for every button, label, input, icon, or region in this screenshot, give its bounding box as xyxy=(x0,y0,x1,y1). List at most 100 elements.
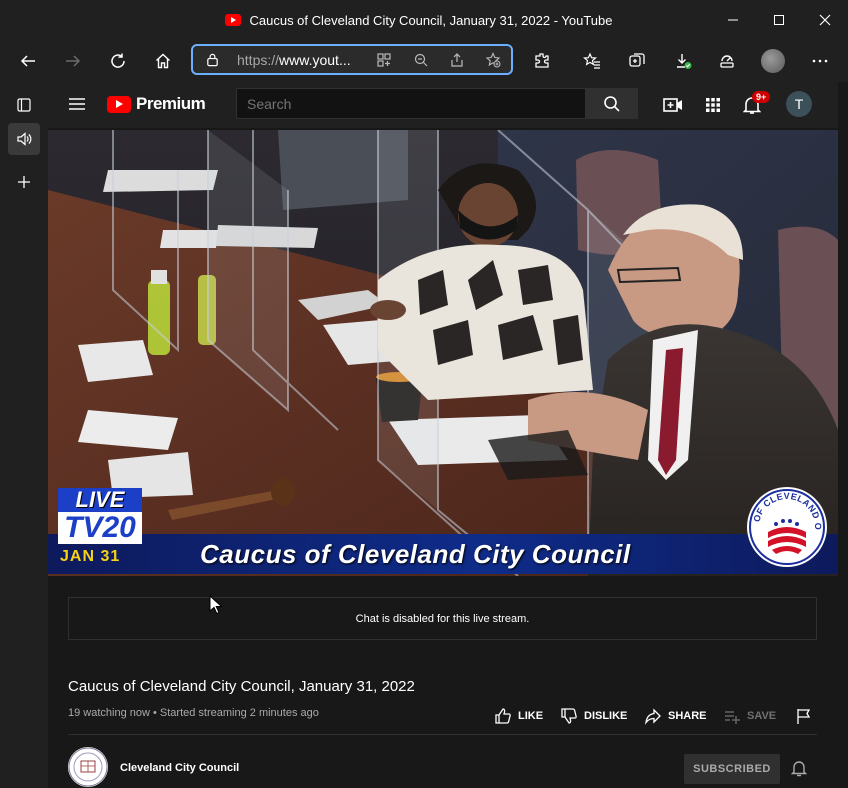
profile-avatar xyxy=(761,49,785,73)
share-arrow-icon xyxy=(645,708,661,725)
maximize-icon xyxy=(774,15,784,25)
apps-button[interactable] xyxy=(701,93,725,117)
cleveland-council-seal-icon xyxy=(68,747,108,787)
dislike-button[interactable]: DISLIKE xyxy=(560,707,627,725)
app-icon xyxy=(377,53,391,67)
add-favorite-button[interactable] xyxy=(484,51,502,69)
like-button[interactable]: LIKE xyxy=(494,707,543,725)
create-button[interactable] xyxy=(661,93,685,117)
mouse-cursor-icon xyxy=(209,595,223,615)
audio-tab-icon xyxy=(17,132,32,146)
window-title: Caucus of Cleveland City Council, Januar… xyxy=(249,12,613,28)
live-label: LIVE xyxy=(58,488,142,512)
youtube-logo-icon xyxy=(107,95,131,113)
channel-notifications-button[interactable] xyxy=(790,759,808,782)
search-button[interactable] xyxy=(586,88,638,119)
section-divider xyxy=(68,734,817,735)
hamburger-menu-icon xyxy=(69,98,85,110)
downloads-icon xyxy=(677,54,692,69)
address-url[interactable]: https://www.yout... xyxy=(237,52,351,68)
more-icon xyxy=(812,59,828,63)
thumbs-down-icon xyxy=(561,708,577,724)
city-of-cleveland-seal: CITY OF CLEVELAND OHIO xyxy=(746,486,827,567)
profile-button[interactable] xyxy=(761,49,785,73)
new-tab-button[interactable] xyxy=(8,166,40,198)
broadcast-lower-third: Caucus of Cleveland City Council xyxy=(48,534,838,574)
channel-avatar[interactable] xyxy=(68,747,108,787)
address-bar[interactable]: https://www.yout... xyxy=(191,44,513,75)
flag-icon xyxy=(797,709,811,724)
guide-menu-button[interactable] xyxy=(68,96,86,117)
subscribed-button[interactable]: SUBSCRIBED xyxy=(684,754,780,784)
collections-button[interactable] xyxy=(625,49,649,73)
channel-label: TV20 xyxy=(58,512,142,544)
performance-icon xyxy=(720,55,734,68)
video-meta: 19 watching now • Started streaming 2 mi… xyxy=(68,707,319,719)
channel-name[interactable]: Cleveland City Council xyxy=(120,762,239,774)
page-scrollbar[interactable] xyxy=(838,82,848,788)
url-host: www.yout... xyxy=(279,52,351,68)
extensions-icon xyxy=(535,53,549,68)
favorites-icon xyxy=(583,52,600,69)
collections-icon xyxy=(629,53,645,67)
youtube-page: Premium 9+ T xyxy=(48,82,838,788)
report-button[interactable] xyxy=(795,707,813,725)
save-button[interactable]: SAVE xyxy=(723,707,776,725)
playlist-add-icon xyxy=(725,711,740,724)
home-button[interactable] xyxy=(151,49,175,73)
window-title-group: Caucus of Cleveland City Council, Januar… xyxy=(0,0,688,40)
zoom-out-icon xyxy=(414,53,428,67)
share-icon xyxy=(451,53,463,67)
close-button[interactable] xyxy=(802,0,848,40)
chat-disabled-message: Chat is disabled for this live stream. xyxy=(355,612,530,625)
video-player[interactable]: Caucus of Cleveland City Council LIVE TV… xyxy=(48,130,838,576)
tv20-live-badge: LIVE TV20 JAN 31 xyxy=(56,488,144,570)
share-label: SHARE xyxy=(668,710,707,722)
youtube-premium-logo[interactable]: Premium xyxy=(107,94,206,114)
share-button[interactable]: SHARE xyxy=(644,707,707,725)
window-controls xyxy=(710,0,848,40)
youtube-favicon-icon xyxy=(225,14,242,26)
back-button[interactable] xyxy=(16,49,40,73)
favorites-button[interactable] xyxy=(580,49,604,73)
extensions-button[interactable] xyxy=(530,49,554,73)
minimize-button[interactable] xyxy=(710,0,756,40)
back-icon xyxy=(20,55,35,67)
notification-count-badge: 9+ xyxy=(752,91,771,103)
maximize-button[interactable] xyxy=(756,0,802,40)
lock-icon[interactable] xyxy=(205,52,220,72)
home-icon xyxy=(156,53,170,69)
create-video-icon xyxy=(663,98,682,112)
minimize-icon xyxy=(728,19,738,21)
broadcast-caption: Caucus of Cleveland City Council xyxy=(200,539,631,569)
user-avatar[interactable]: T xyxy=(786,91,812,117)
add-favorite-icon xyxy=(485,52,501,68)
save-label: SAVE xyxy=(747,710,777,722)
bell-outline-icon xyxy=(790,761,808,777)
tab-actions-button[interactable] xyxy=(8,89,40,121)
refresh-button[interactable] xyxy=(106,49,130,73)
downloads-button[interactable] xyxy=(671,49,695,73)
zoom-out-button[interactable] xyxy=(412,51,430,69)
app-available-button[interactable] xyxy=(375,51,393,69)
performance-button[interactable] xyxy=(715,49,739,73)
window-titlebar: Caucus of Cleveland City Council, Januar… xyxy=(0,0,848,40)
browser-toolbar: https://www.yout... xyxy=(0,40,848,82)
search-input[interactable] xyxy=(236,88,586,119)
logo-text: Premium xyxy=(136,94,206,113)
thumbs-up-icon xyxy=(495,708,511,724)
forward-icon xyxy=(66,55,81,67)
youtube-header: Premium 9+ T xyxy=(48,82,838,128)
vertical-tabs-strip xyxy=(0,82,47,788)
video-frame-image xyxy=(48,130,838,576)
search-icon xyxy=(604,95,620,112)
forward-button[interactable] xyxy=(61,49,85,73)
video-title: Caucus of Cleveland City Council, Januar… xyxy=(68,678,415,695)
live-chat-panel: Chat is disabled for this live stream. xyxy=(68,597,817,640)
share-page-button[interactable] xyxy=(448,51,466,69)
more-menu-button[interactable] xyxy=(808,49,832,73)
dislike-label: DISLIKE xyxy=(584,710,628,722)
new-tab-icon xyxy=(18,176,30,188)
url-scheme: https:// xyxy=(237,52,280,68)
tab-audio-playing[interactable] xyxy=(8,123,40,155)
